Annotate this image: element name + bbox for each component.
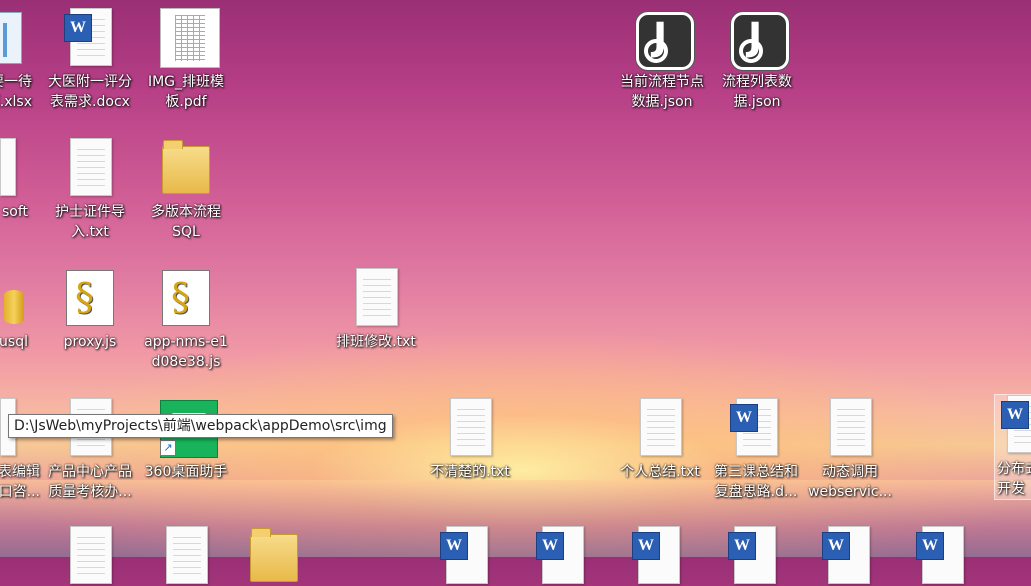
text-file-icon — [64, 138, 116, 198]
path-tooltip: D:\JsWeb\myProjects\前端\webpack\appDemo\s… — [8, 414, 393, 438]
icon-label: IMG_排班模 板.pdf — [147, 74, 225, 110]
desktop-icon-partial[interactable]: W — [418, 526, 514, 586]
desktop-icon-folder-sql[interactable]: 多版本流程 SQL — [138, 138, 234, 242]
icon-label: 个人总结.txt — [620, 464, 700, 480]
desktop-icon-partial[interactable]: W — [610, 526, 706, 586]
word-icon: W — [822, 526, 874, 586]
desktop-icon-txt-nurse[interactable]: 护士证件导 入.txt — [42, 138, 138, 242]
icon-label: 当前流程节点 数据.json — [620, 74, 704, 110]
word-icon: W — [1001, 395, 1031, 455]
pdf-thumbnail-icon — [160, 8, 220, 68]
icon-label: 流程列表数 据.json — [722, 74, 792, 110]
text-file-icon — [824, 398, 876, 458]
word-icon: W — [916, 526, 968, 586]
script-icon — [160, 268, 212, 328]
text-file-icon — [634, 398, 686, 458]
desktop-icon-360[interactable]: ↗ 360桌面助手 — [138, 398, 234, 482]
word-icon: W — [730, 398, 782, 458]
icon-label: 不清楚的.txt — [430, 464, 510, 480]
icon-label: 护士证件导 入.txt — [55, 204, 125, 240]
desktop-icon-docx-score[interactable]: W 大医附一评分 表需求.docx — [42, 8, 138, 112]
icon-label: 多版本流程 SQL — [151, 204, 221, 240]
desktop-icon-partial[interactable] — [138, 526, 234, 586]
text-file-icon — [64, 526, 116, 586]
word-icon: W — [536, 526, 588, 586]
text-file-icon — [350, 268, 402, 328]
desktop-icon-txt-unclear[interactable]: 不清楚的.txt — [422, 398, 518, 482]
icon-label: 产品中心产品 质量考核办... — [48, 464, 132, 500]
text-file-icon — [444, 398, 496, 458]
word-icon: W — [632, 526, 684, 586]
desktop-icon-partial[interactable]: W — [706, 526, 802, 586]
icon-label: 360桌面助手 — [144, 464, 228, 480]
json-icon — [636, 8, 694, 70]
desktop-icon-json-list[interactable]: 流程列表数 据.json — [709, 8, 805, 112]
word-icon: W — [440, 526, 492, 586]
desktop-icon-proxy-js[interactable]: proxy.js — [42, 268, 138, 352]
icon-label: app-nms-e1 d08e38.js — [144, 334, 228, 370]
desktop-icon-txt-webservice[interactable]: 动态调用 webservic... — [802, 398, 898, 502]
script-icon — [64, 268, 116, 328]
desktop-icon-pdf[interactable]: IMG_排班模 板.pdf — [138, 8, 234, 112]
folder-icon — [248, 526, 300, 586]
word-icon: W — [64, 8, 116, 68]
icon-label: 动态调用 webservic... — [808, 464, 892, 500]
desktop-icon-partial[interactable]: W — [800, 526, 896, 586]
desktop-icon-partial[interactable] — [226, 526, 322, 586]
icon-label: 排班修改.txt — [336, 334, 416, 350]
icon-label: proxy.js — [63, 334, 117, 350]
text-file-icon — [160, 526, 212, 586]
desktop-icon-docx-distributed[interactable]: W 分布式 开发 — [994, 394, 1031, 500]
icon-label: 大医附一评分 表需求.docx — [48, 74, 132, 110]
desktop-icon-partial[interactable]: W — [514, 526, 610, 586]
desktop-icon-txt-schedule[interactable]: 排班修改.txt — [328, 268, 424, 352]
desktop-icon-partial[interactable]: W — [894, 526, 990, 586]
desktop-icon-docx-lesson[interactable]: W 第三课总结和 复盘思路.d... — [708, 398, 804, 502]
desktop-icon-json-current[interactable]: 当前流程节点 数据.json — [614, 8, 710, 112]
json-icon — [731, 8, 789, 70]
desktop-icon-partial[interactable] — [42, 526, 138, 586]
icon-label: 第三课总结和 复盘思路.d... — [714, 464, 798, 500]
word-icon: W — [728, 526, 780, 586]
excel-icon — [0, 8, 32, 68]
shortcut-arrow-icon: ↗ — [160, 440, 176, 456]
desktop-icon-txt-summary[interactable]: 个人总结.txt — [612, 398, 708, 482]
folder-icon — [160, 138, 212, 198]
icon-label: 分布式 开发 — [997, 461, 1031, 497]
desktop-icon-app-js[interactable]: app-nms-e1 d08e38.js — [138, 268, 234, 372]
